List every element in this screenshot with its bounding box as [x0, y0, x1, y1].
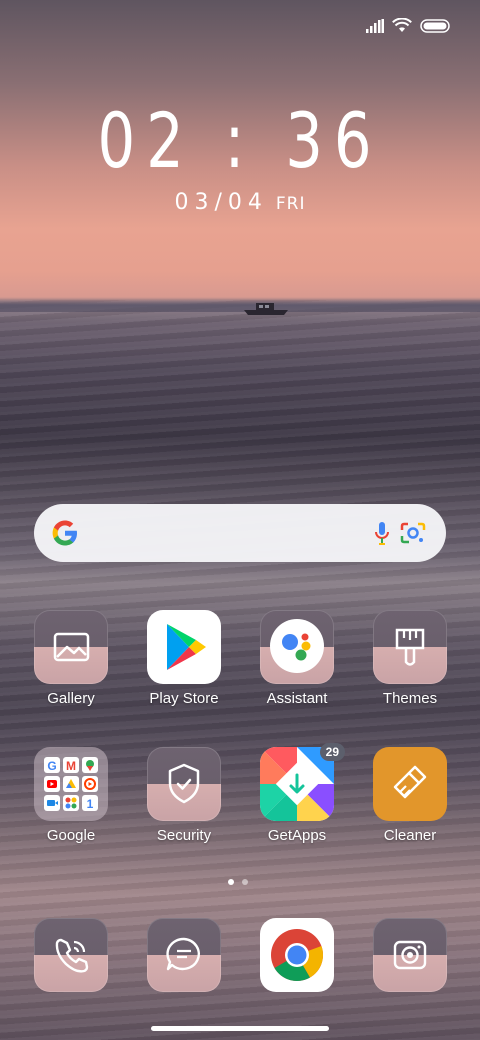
battery-icon	[420, 18, 450, 33]
app-label: Play Store	[149, 690, 219, 707]
assistant-icon	[260, 610, 334, 684]
dock-chrome[interactable]	[247, 918, 347, 992]
google-folder-icon: G M 1	[34, 747, 108, 821]
messages-icon	[147, 918, 221, 992]
wallpaper-horizon	[0, 298, 480, 312]
svg-text:M: M	[66, 759, 76, 773]
gallery-icon	[34, 610, 108, 684]
wifi-icon	[392, 18, 412, 32]
svg-text:1: 1	[87, 797, 94, 811]
play-store-icon	[147, 610, 221, 684]
app-security[interactable]: Security	[134, 747, 234, 844]
status-bar	[366, 18, 450, 33]
signal-icon	[366, 18, 384, 33]
phone-icon	[34, 918, 108, 992]
boat-silhouette	[244, 303, 288, 315]
themes-brush-icon	[373, 610, 447, 684]
svg-text:G: G	[47, 759, 56, 773]
google-logo-icon	[52, 520, 77, 546]
app-label: Google	[46, 827, 96, 844]
home-gesture-bar[interactable]	[151, 1026, 329, 1031]
dock-camera[interactable]	[360, 918, 460, 992]
dock-messages[interactable]	[134, 918, 234, 992]
clock-date[interactable]: 03/04 FRI	[0, 190, 480, 215]
app-label: Gallery	[47, 690, 95, 707]
google-lens-icon[interactable]	[400, 521, 426, 545]
app-label: Cleaner	[383, 827, 437, 844]
dock-phone[interactable]	[21, 918, 121, 992]
app-label: Assistant	[266, 690, 328, 707]
app-play-store[interactable]: Play Store	[134, 610, 234, 707]
app-label: Themes	[382, 690, 438, 707]
day-text: FRI	[275, 194, 306, 214]
chrome-icon	[260, 918, 334, 992]
security-shield-icon	[147, 747, 221, 821]
app-themes[interactable]: Themes	[360, 610, 460, 707]
app-cleaner[interactable]: Cleaner	[360, 747, 460, 844]
page-dot	[242, 879, 248, 885]
camera-icon	[373, 918, 447, 992]
google-search-bar[interactable]	[34, 504, 446, 562]
date-text: 03/04	[174, 190, 268, 215]
app-label: Security	[156, 827, 212, 844]
app-google-folder[interactable]: G M 1 Google	[21, 747, 121, 844]
page-indicator[interactable]	[228, 879, 248, 885]
app-assistant[interactable]: Assistant	[247, 610, 347, 707]
cleaner-brush-icon	[373, 747, 447, 821]
notification-badge: 29	[319, 743, 345, 761]
app-label: GetApps	[267, 827, 327, 844]
microphone-icon[interactable]	[374, 521, 390, 547]
page-dot-active	[228, 879, 234, 885]
app-gallery[interactable]: Gallery	[21, 610, 121, 707]
clock-time[interactable]: 02 : 36	[53, 96, 427, 185]
app-getapps[interactable]: 29 GetApps	[247, 743, 347, 844]
